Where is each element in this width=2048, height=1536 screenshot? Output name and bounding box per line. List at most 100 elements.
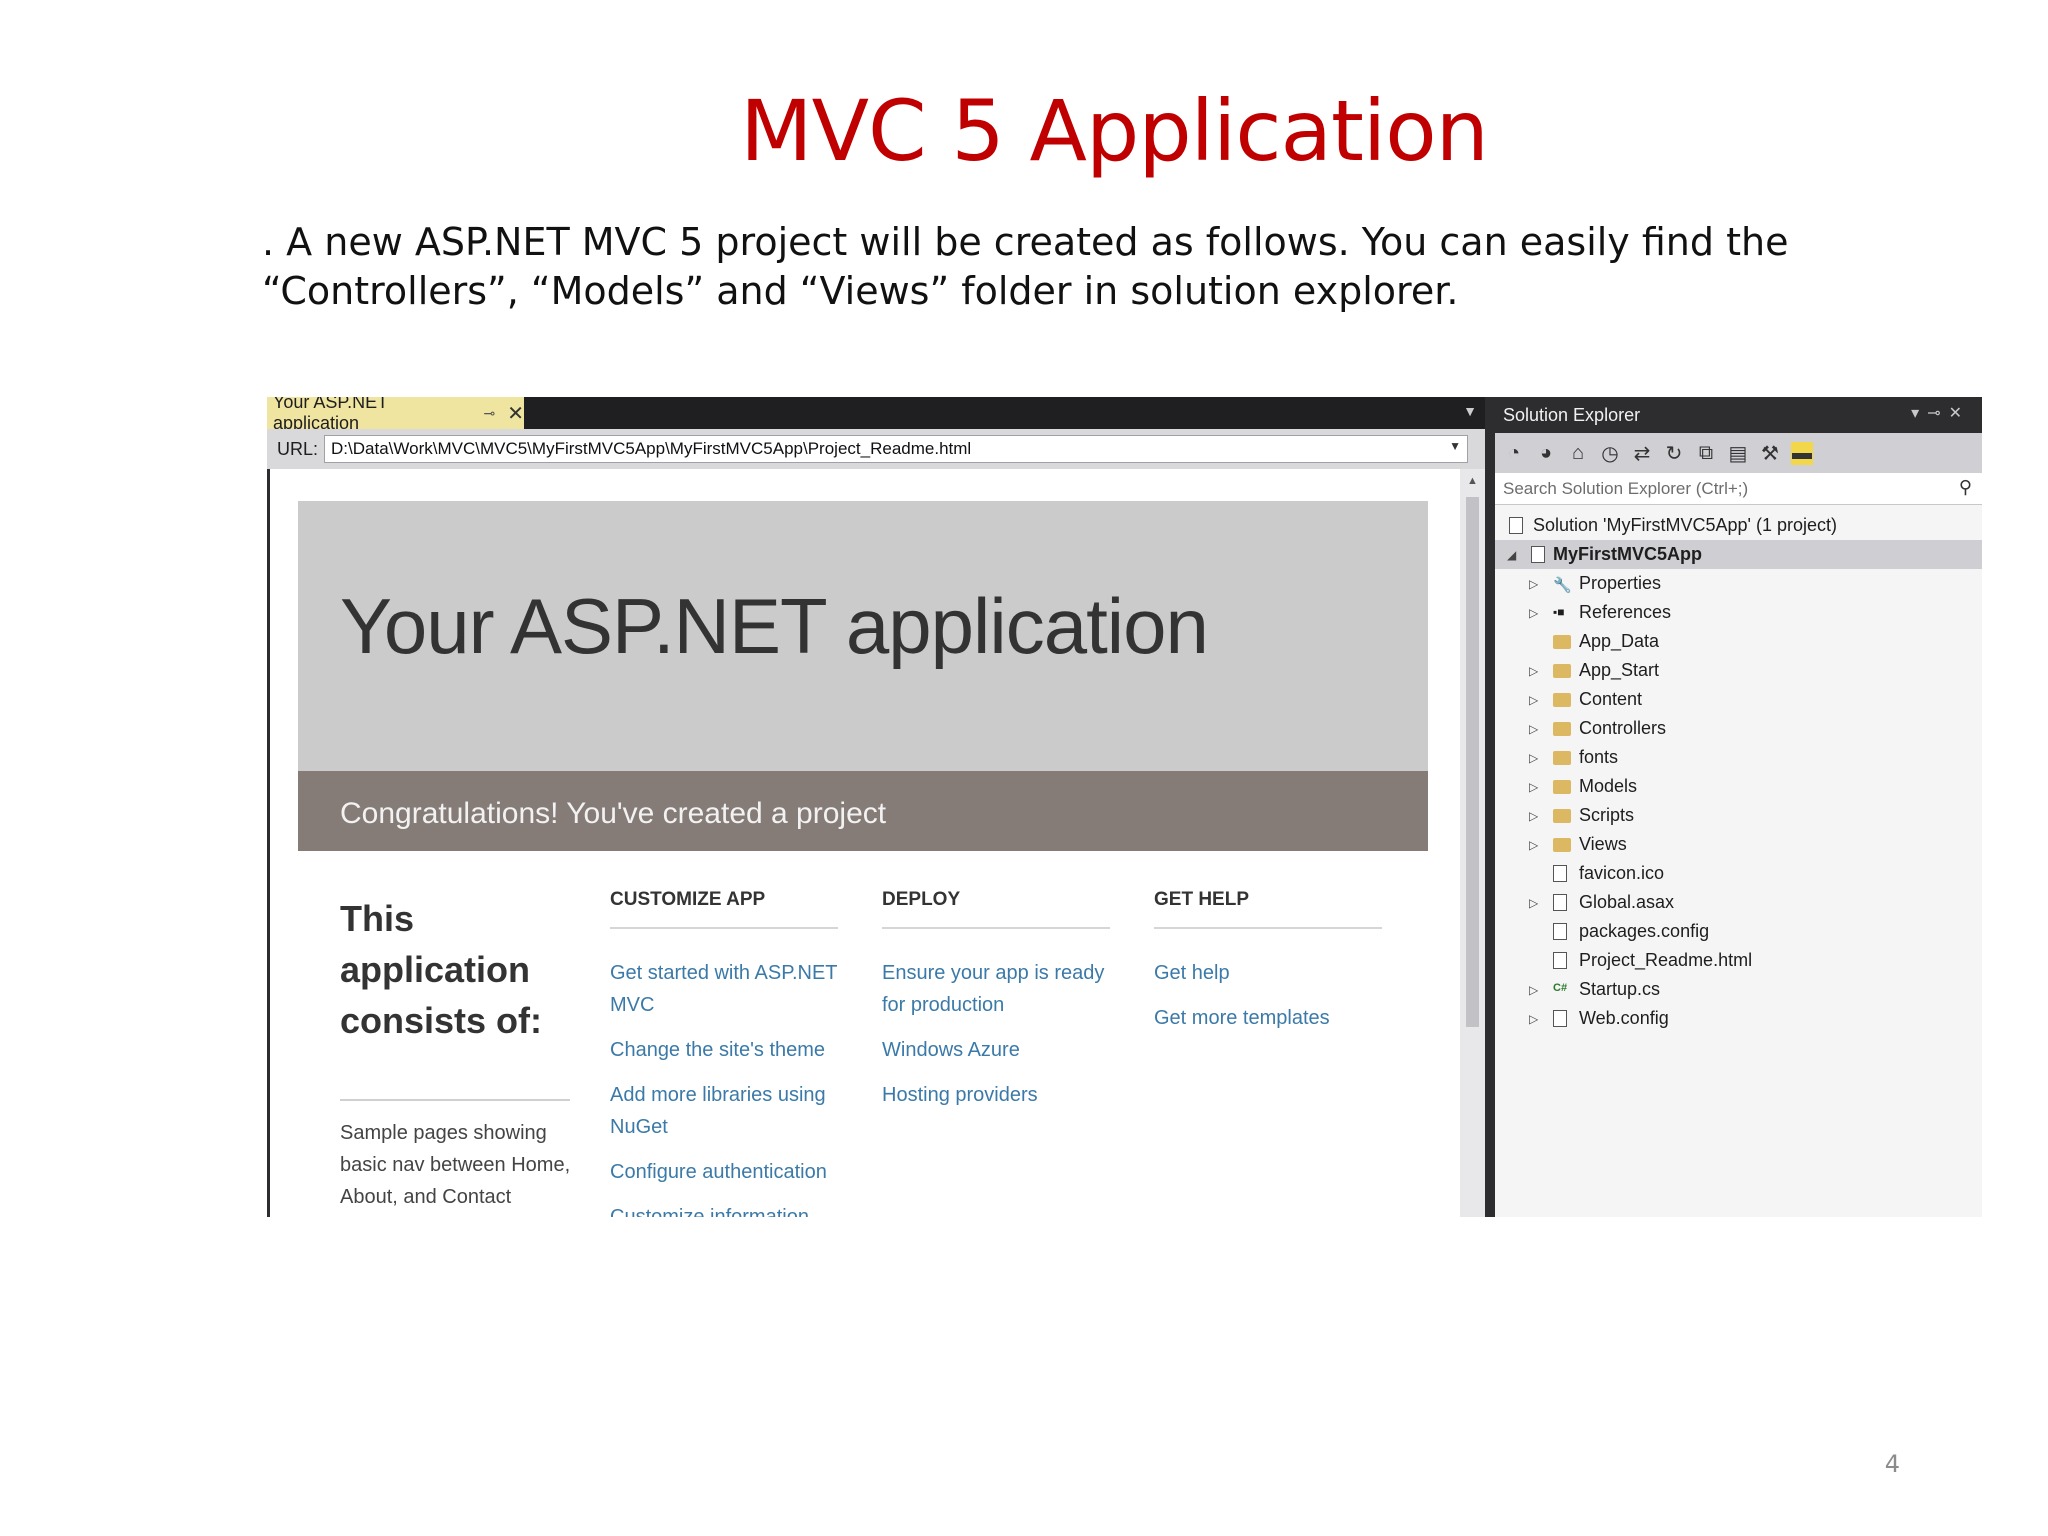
url-value: D:\Data\Work\MVC\MVC5\MyFirstMVC5App\MyF…	[331, 439, 972, 458]
hero-banner: Your ASP.NET application	[298, 501, 1428, 771]
tree-item[interactable]: ▷ Controllers	[1495, 714, 1982, 743]
chevron-down-icon[interactable]: ▼	[1449, 439, 1461, 453]
link-more-templates[interactable]: Get more templates	[1154, 1002, 1384, 1034]
tree-item-project[interactable]: ◢ MyFirstMVC5App	[1495, 540, 1982, 569]
preview-icon[interactable]: ▬	[1791, 441, 1813, 465]
column-deploy: DEPLOY Ensure your app is ready for prod…	[882, 889, 1112, 1124]
html-file-icon	[1553, 952, 1567, 969]
collapse-all-icon[interactable]: ⧉	[1695, 442, 1717, 465]
pane-splitter[interactable]	[1485, 397, 1495, 1217]
solution-search-placeholder: Search Solution Explorer (Ctrl+;)	[1503, 479, 1749, 498]
tree-item-label: References	[1579, 602, 1672, 622]
expand-arrow-icon[interactable]: ▷	[1529, 693, 1538, 707]
tree-item-label: Project_Readme.html	[1579, 950, 1753, 970]
tree-item[interactable]: ▷ fonts	[1495, 743, 1982, 772]
tree-item[interactable]: ▷ App_Start	[1495, 656, 1982, 685]
properties-icon[interactable]: ⚒	[1759, 441, 1781, 466]
tab-dropdown-icon[interactable]: ▼	[1463, 403, 1477, 419]
global-file-icon	[1553, 894, 1567, 911]
slide-body-line-2: “Controllers”, “Models” and “Views” fold…	[262, 269, 1459, 313]
sync-icon[interactable]: ⇄	[1631, 441, 1653, 466]
tree-item[interactable]: packages.config	[1495, 917, 1982, 946]
tree-item-label: Controllers	[1579, 718, 1667, 738]
link-configure-auth[interactable]: Configure authentication	[610, 1156, 840, 1188]
csharp-file-icon: C#	[1553, 981, 1568, 994]
expand-arrow-icon[interactable]: ▷	[1529, 722, 1538, 736]
scroll-up-icon[interactable]: ▲	[1467, 475, 1478, 487]
visual-studio-screenshot: Your ASP.NET application ⊸ ✕ ▼ URL: D:\D…	[267, 397, 1982, 1217]
column-heading: GET HELP	[1154, 889, 1250, 910]
scrollbar-thumb[interactable]	[1466, 497, 1479, 1027]
expand-arrow-icon[interactable]: ▷	[1529, 780, 1538, 794]
expand-arrow-icon[interactable]: ▷	[1529, 983, 1538, 997]
tree-item[interactable]: favicon.ico	[1495, 859, 1982, 888]
forward-icon[interactable]: ◕	[1535, 442, 1557, 465]
tree-item-label: Startup.cs	[1579, 979, 1661, 999]
link-customize-info[interactable]: Customize information	[610, 1201, 840, 1217]
document-tab[interactable]: Your ASP.NET application ⊸ ✕	[267, 397, 524, 433]
history-icon[interactable]: ◷	[1599, 441, 1621, 466]
tree-item[interactable]: ▷ ▪■ References	[1495, 598, 1982, 627]
expand-arrow-icon[interactable]: ▷	[1529, 751, 1538, 765]
expand-arrow-icon[interactable]: ▷	[1529, 838, 1538, 852]
tree-item-label: App_Data	[1579, 631, 1660, 651]
page-number: 4	[1884, 1450, 1900, 1478]
tree-item[interactable]: ▷ Models	[1495, 772, 1982, 801]
tree-item[interactable]: Project_Readme.html	[1495, 946, 1982, 975]
solution-explorer-toolbar: ◔ ◕ ⌂ ◷ ⇄ ↻ ⧉ ▤ ⚒ ▬	[1495, 433, 1982, 473]
pin-icon[interactable]: ⊸	[484, 405, 496, 422]
tree-item[interactable]: ▷ Scripts	[1495, 801, 1982, 830]
window-controls[interactable]: ▾⊸✕	[1911, 403, 1970, 423]
tree-item-label: packages.config	[1579, 921, 1710, 941]
tree-item[interactable]: ▷ Global.asax	[1495, 888, 1982, 917]
home-icon[interactable]: ⌂	[1567, 442, 1589, 465]
link-change-theme[interactable]: Change the site's theme	[610, 1034, 840, 1066]
tree-item[interactable]: ▷ Content	[1495, 685, 1982, 714]
link-add-libraries[interactable]: Add more libraries using NuGet	[610, 1079, 840, 1143]
tree-item[interactable]: App_Data	[1495, 627, 1982, 656]
project-icon	[1531, 546, 1545, 563]
wrench-icon: 🔧	[1553, 576, 1572, 594]
tree-item-solution[interactable]: Solution 'MyFirstMVC5App' (1 project)	[1495, 511, 1982, 540]
tree-item[interactable]: ▷ 🔧 Properties	[1495, 569, 1982, 598]
column-customize-app: CUSTOMIZE APP Get started with ASP.NET M…	[610, 889, 840, 1217]
url-input[interactable]: D:\Data\Work\MVC\MVC5\MyFirstMVC5App\MyF…	[324, 435, 1469, 463]
expand-arrow-icon[interactable]: ▷	[1529, 896, 1538, 910]
folder-icon	[1553, 692, 1571, 707]
tree-item-label: Solution 'MyFirstMVC5App' (1 project)	[1533, 515, 1837, 535]
search-icon[interactable]: ⚲	[1959, 477, 1972, 498]
close-icon[interactable]: ✕	[507, 401, 524, 426]
column-heading: DEPLOY	[882, 889, 961, 910]
tree-item[interactable]: ▷ Views	[1495, 830, 1982, 859]
show-all-files-icon[interactable]: ▤	[1727, 441, 1749, 466]
link-ensure-ready[interactable]: Ensure your app is ready for production	[882, 957, 1112, 1021]
expand-arrow-icon[interactable]: ▷	[1529, 606, 1538, 620]
consists-description: Sample pages showing basic nav between H…	[340, 1122, 571, 1208]
project-items: ▷ 🔧 Properties ▷ ▪■ References App_Data ▷ App_St…	[1495, 569, 1982, 1033]
link-hosting-providers[interactable]: Hosting providers	[882, 1079, 1112, 1111]
solution-tree: Solution 'MyFirstMVC5App' (1 project) ◢ …	[1495, 511, 1982, 1033]
expand-arrow-icon[interactable]: ▷	[1529, 577, 1538, 591]
vertical-scrollbar[interactable]: ▲	[1460, 469, 1485, 1217]
expanded-arrow-icon[interactable]: ◢	[1507, 548, 1516, 562]
link-windows-azure[interactable]: Windows Azure	[882, 1034, 1112, 1066]
expand-arrow-icon[interactable]: ▷	[1529, 1012, 1538, 1026]
solution-explorer-title: Solution Explorer	[1503, 405, 1641, 425]
link-get-started[interactable]: Get started with ASP.NET MVC	[610, 957, 840, 1021]
link-get-help[interactable]: Get help	[1154, 957, 1384, 989]
tree-item[interactable]: ▷ Web.config	[1495, 1004, 1982, 1033]
tree-item-label: Views	[1579, 834, 1627, 854]
tree-item-label: fonts	[1579, 747, 1619, 767]
folder-icon	[1553, 721, 1571, 736]
folder-icon	[1553, 779, 1571, 794]
config-file-icon	[1553, 923, 1567, 940]
refresh-icon[interactable]: ↻	[1663, 441, 1685, 466]
tree-item-label: Global.asax	[1579, 892, 1675, 912]
solution-search-input[interactable]: Search Solution Explorer (Ctrl+;) ⚲	[1495, 473, 1982, 505]
expand-arrow-icon[interactable]: ▷	[1529, 664, 1538, 678]
tree-item[interactable]: ▷ C# Startup.cs	[1495, 975, 1982, 1004]
back-icon[interactable]: ◔	[1503, 442, 1525, 465]
expand-arrow-icon[interactable]: ▷	[1529, 809, 1538, 823]
document-tab-bar: Your ASP.NET application ⊸ ✕ ▼	[267, 397, 1485, 433]
folder-icon	[1553, 808, 1571, 823]
